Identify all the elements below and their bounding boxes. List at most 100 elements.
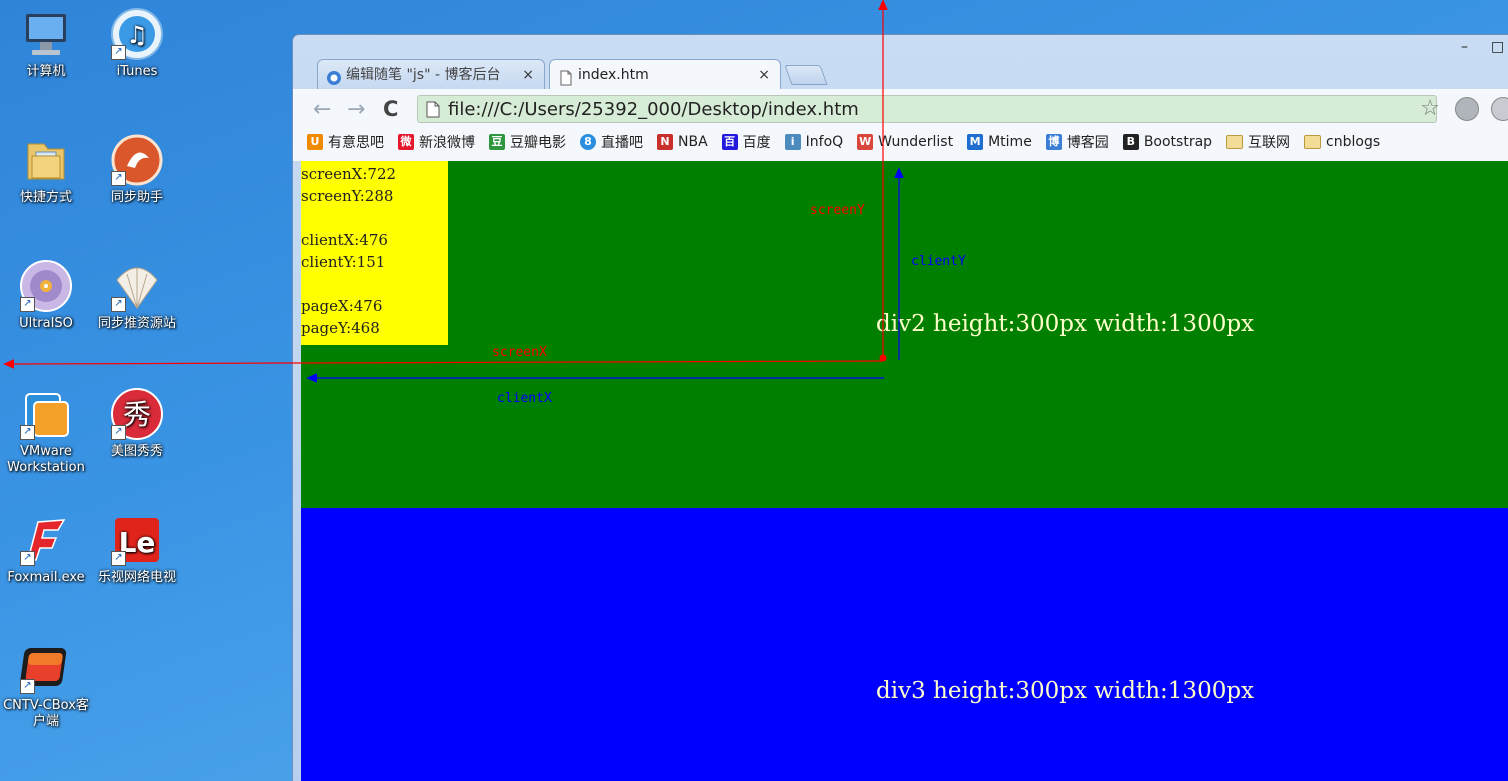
desktop-icon-label: 美图秀秀 bbox=[110, 444, 163, 459]
desktop-icon-computer[interactable]: 计算机 bbox=[2, 6, 90, 80]
desktop-icon-cbox[interactable]: ↗ CNTV-CBox客户端 bbox=[2, 640, 90, 730]
tab-edit-post[interactable]: 编辑随笔 "js" - 博客后台 × bbox=[317, 59, 545, 89]
tab-index-htm[interactable]: index.htm × bbox=[549, 59, 781, 90]
pagey-value: pageY:468 bbox=[301, 319, 380, 337]
ultraiso-icon: ↗ bbox=[18, 258, 74, 314]
div2-green-block: div2 height:300px width:1300px bbox=[301, 161, 1508, 508]
folder-icon bbox=[1304, 135, 1322, 149]
browser-window: – □ 编辑随笔 "js" - 博客后台 × index.htm × ← → C bbox=[292, 34, 1508, 781]
bookmarks-bar: U 有意思吧 微新浪微博 豆豆瓣电影 8 直播吧 N NBA 百百度 i InfoQ W… bbox=[307, 129, 1394, 155]
desktop-icon-label: 快捷方式 bbox=[19, 190, 72, 205]
meitu-icon: 秀 ↗ bbox=[109, 386, 165, 442]
screeny-value: screenY:288 bbox=[301, 187, 394, 205]
desktop-icon-ultraiso[interactable]: ↗ UltraISO bbox=[2, 258, 90, 332]
address-bar[interactable]: file:///C:/Users/25392_000/Desktop/index… bbox=[417, 95, 1440, 123]
tab-close-icon[interactable]: × bbox=[758, 60, 770, 90]
folder-shortcut-icon bbox=[18, 132, 74, 188]
svg-text:秀: 秀 bbox=[123, 398, 151, 431]
bookmark-label: NBA bbox=[678, 134, 708, 150]
bookmark-bootstrap[interactable]: B Bootstrap bbox=[1122, 134, 1213, 150]
desktop-icon-tongbutui[interactable]: ↗ 同步推资源站 bbox=[93, 258, 181, 332]
new-tab-button[interactable] bbox=[784, 65, 828, 85]
bookmark-weibo[interactable]: 微新浪微博 bbox=[398, 132, 475, 152]
reload-button[interactable]: C bbox=[383, 97, 398, 121]
desktop-icon-label: CNTV-CBox客户端 bbox=[3, 698, 89, 729]
bootstrap-icon: B bbox=[1122, 134, 1139, 150]
weibo-icon: 微 bbox=[398, 134, 414, 150]
desktop-icon-label: 同步推资源站 bbox=[97, 316, 176, 331]
bookmark-nba[interactable]: N NBA bbox=[657, 134, 708, 150]
desktop-icon-foxmail[interactable]: ↗ Foxmail.exe bbox=[2, 512, 90, 586]
douban-icon: 豆 bbox=[489, 134, 505, 150]
div2-label: div2 height:300px width:1300px bbox=[876, 311, 1255, 337]
bookmark-cnblogs-home[interactable]: 博博客园 bbox=[1045, 132, 1109, 152]
bookmark-label: 有意思吧 bbox=[328, 135, 384, 151]
zhibo8-icon: 8 bbox=[580, 134, 596, 150]
coordinates-panel: screenX:722 screenY:288 clientX:476 clie… bbox=[301, 161, 448, 345]
pagex-value: pageX:476 bbox=[301, 297, 383, 315]
minimize-button[interactable]: – bbox=[1461, 39, 1468, 55]
mtime-icon: M bbox=[967, 134, 984, 150]
screenx-annotation: screenX bbox=[492, 345, 547, 360]
desktop-icon-label: 乐视网络电视 bbox=[97, 570, 176, 585]
desktop-icon-letv[interactable]: Le ↗ 乐视网络电视 bbox=[93, 512, 181, 586]
wunderlist-icon: W bbox=[857, 134, 874, 150]
clientx-value: clientX:476 bbox=[301, 231, 388, 249]
forward-button[interactable]: → bbox=[347, 97, 365, 122]
bookmark-label: cnblogs bbox=[1326, 134, 1381, 150]
desktop-icon-vmware[interactable]: ↗ VMware Workstation bbox=[2, 386, 90, 476]
cnblogs-icon: 博 bbox=[1045, 134, 1062, 150]
bookmark-baidu[interactable]: 百百度 bbox=[721, 132, 771, 152]
desktop-icon-shortcut-folder[interactable]: 快捷方式 bbox=[2, 132, 90, 206]
bookmark-wunderlist[interactable]: W Wunderlist bbox=[857, 134, 953, 150]
screeny-annotation: screenY bbox=[810, 203, 865, 218]
computer-icon bbox=[18, 6, 74, 62]
desktop-icon-meitu[interactable]: 秀 ↗ 美图秀秀 bbox=[93, 386, 181, 460]
back-button[interactable]: ← bbox=[313, 97, 331, 122]
bookmark-folder-cnblogs[interactable]: cnblogs bbox=[1304, 134, 1380, 150]
bookmark-infoq[interactable]: i InfoQ bbox=[784, 134, 844, 150]
globe-icon[interactable] bbox=[1455, 97, 1479, 121]
screenx-value: screenX:722 bbox=[301, 165, 397, 183]
bookmark-youyisi[interactable]: U 有意思吧 bbox=[307, 132, 384, 152]
bookmark-label: Mtime bbox=[988, 134, 1032, 150]
bookmark-label: Bootstrap bbox=[1143, 134, 1213, 150]
star-icon[interactable]: ☆ bbox=[1420, 96, 1440, 121]
div3-label: div3 height:300px width:1300px bbox=[876, 678, 1255, 704]
tab-close-icon[interactable]: × bbox=[522, 60, 534, 89]
desktop-icon-tongbu[interactable]: ↗ 同步助手 bbox=[93, 132, 181, 206]
youyisi-icon: U bbox=[307, 134, 323, 150]
desktop-icon-itunes[interactable]: ♫ ↗ iTunes bbox=[93, 6, 181, 80]
desktop-icon-label: 同步助手 bbox=[110, 190, 163, 205]
tab-title: index.htm bbox=[578, 67, 649, 83]
page-content: div2 height:300px width:1300px div3 heig… bbox=[301, 161, 1508, 781]
div3-blue-block: div3 height:300px width:1300px bbox=[301, 508, 1508, 781]
settings-icon[interactable] bbox=[1491, 97, 1508, 121]
shell-icon: ↗ bbox=[109, 258, 165, 314]
maximize-button[interactable]: □ bbox=[1491, 39, 1504, 55]
clienty-annotation: clientY bbox=[911, 254, 966, 269]
desktop: 计算机 ♫ ↗ iTunes 快捷方式 ↗ 同步助手 ↗ UltraISO ↗ … bbox=[0, 0, 1508, 781]
bookmark-label: 直播吧 bbox=[601, 135, 643, 151]
nba-icon: N bbox=[657, 134, 673, 150]
bookmark-label: 百度 bbox=[742, 135, 771, 151]
bookmark-zhibo8[interactable]: 8 直播吧 bbox=[580, 132, 643, 152]
letv-icon: Le ↗ bbox=[109, 512, 165, 568]
bookmark-label: 豆瓣电影 bbox=[510, 135, 566, 151]
bookmark-mtime[interactable]: M Mtime bbox=[967, 134, 1032, 150]
folder-icon bbox=[1226, 135, 1244, 149]
bookmark-label: InfoQ bbox=[805, 134, 844, 150]
bookmark-folder-internet[interactable]: 互联网 bbox=[1226, 132, 1290, 152]
address-url: file:///C:/Users/25392_000/Desktop/index… bbox=[448, 99, 859, 120]
infoq-icon: i bbox=[784, 134, 801, 150]
bookmark-label: 博客园 bbox=[1066, 135, 1109, 151]
itunes-icon: ♫ ↗ bbox=[109, 6, 165, 62]
desktop-icon-label: UltraISO bbox=[19, 316, 73, 331]
cnblogs-icon bbox=[326, 67, 342, 85]
desktop-icon-label: iTunes bbox=[116, 64, 158, 79]
bookmark-douban[interactable]: 豆豆瓣电影 bbox=[489, 132, 566, 152]
bookmark-label: Wunderlist bbox=[878, 134, 954, 150]
foxmail-icon: ↗ bbox=[18, 512, 74, 568]
clientx-annotation: clientX bbox=[497, 391, 552, 406]
baidu-paw-icon: 百 bbox=[721, 134, 738, 150]
